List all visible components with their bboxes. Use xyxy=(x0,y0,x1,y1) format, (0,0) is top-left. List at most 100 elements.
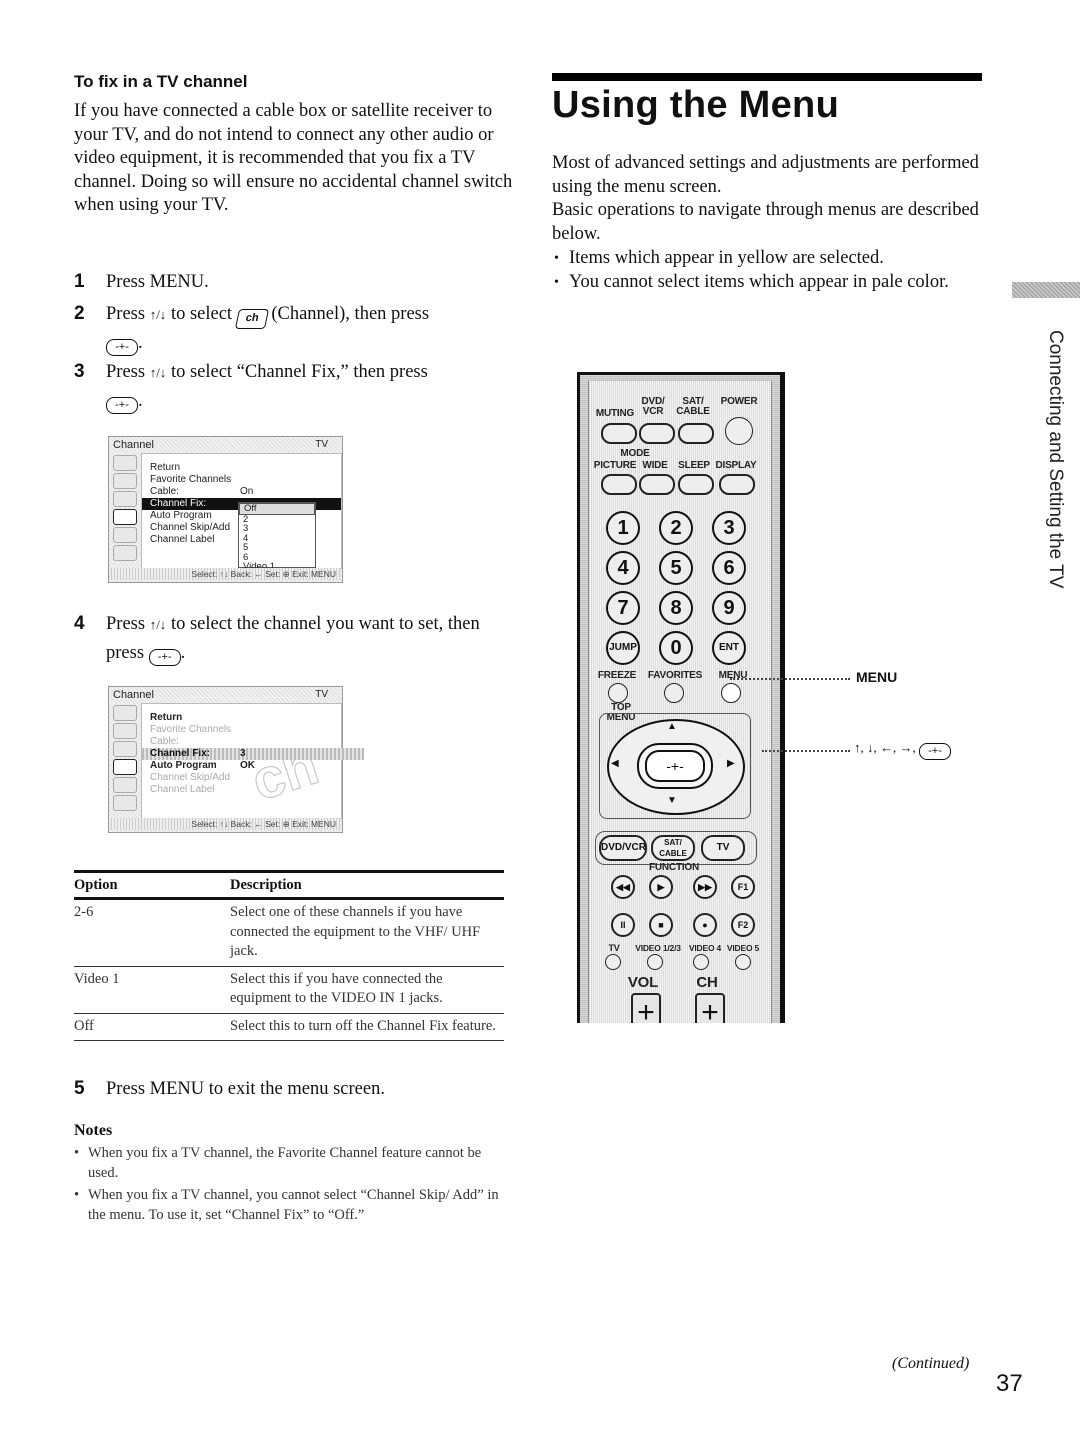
channel-watermark-icon: ch xyxy=(243,732,326,813)
stop-button[interactable]: ■ xyxy=(649,913,673,937)
up-arrow-button[interactable]: ▲ xyxy=(667,721,677,732)
f2-button[interactable]: F2 xyxy=(731,913,755,937)
enter-button-icon: -+- xyxy=(106,339,138,356)
tv-function-button[interactable]: TV xyxy=(701,835,745,861)
number-7-button[interactable]: 7 xyxy=(606,591,640,625)
number-8-button[interactable]: 8 xyxy=(659,591,693,625)
osd-value: 3 xyxy=(240,748,246,759)
tv-input-button[interactable] xyxy=(605,954,621,970)
enter-button-icon: -+- xyxy=(148,649,181,666)
menu-bullets: Items which appear in yellow are selecte… xyxy=(552,247,982,294)
ent-button[interactable]: ENT xyxy=(712,631,746,665)
freeze-label: FREEZE xyxy=(597,670,637,681)
osd-item-disabled: Channel Skip/Add xyxy=(150,772,231,783)
record-button[interactable]: ● xyxy=(693,913,717,937)
osd-option: 4 xyxy=(243,532,249,544)
function-label: FUNCTION xyxy=(648,862,700,873)
osd-title: Channel xyxy=(113,689,154,701)
osd-footer: Select: ↑↓ Back: ← Set: ⊕ Exit: MENU xyxy=(111,818,340,830)
step-text: (Channel), then press xyxy=(271,304,430,324)
sat-cable-mode-button[interactable] xyxy=(678,423,714,444)
description-cell: Select one of these channels if you have… xyxy=(230,898,504,967)
right-arrow-button[interactable]: ▶ xyxy=(727,758,735,769)
number-5-button[interactable]: 5 xyxy=(659,551,693,585)
sat-cable-label: SAT/ CABLE xyxy=(676,396,710,417)
left-arrow-button[interactable]: ◀ xyxy=(611,758,619,769)
video5-button[interactable] xyxy=(735,954,751,970)
dvd-vcr-function-button[interactable]: DVD/VCR xyxy=(599,835,647,861)
muting-button[interactable] xyxy=(601,423,637,444)
notes-list: When you fix a TV channel, the Favorite … xyxy=(74,1144,514,1228)
number-9-button[interactable]: 9 xyxy=(712,591,746,625)
fast-forward-button[interactable]: ▶▶ xyxy=(693,875,717,899)
menu-button[interactable] xyxy=(721,683,741,703)
osd-panel: ch Return Favorite Channels Cable: Chann… xyxy=(141,703,364,819)
osd-item: Return xyxy=(150,462,181,473)
number-6-button[interactable]: 6 xyxy=(712,551,746,585)
osd-item: Auto Program xyxy=(150,510,212,521)
osd-option: 5 xyxy=(243,542,249,553)
video5-label: VIDEO 5 xyxy=(726,943,760,953)
up-down-arrow-icon: ↑/↓ xyxy=(149,365,167,380)
pause-button[interactable]: II xyxy=(611,913,635,937)
volume-up-button[interactable]: + xyxy=(631,993,661,1023)
option-cell: 2-6 xyxy=(74,898,230,967)
power-button[interactable] xyxy=(725,417,753,445)
menu-callout-line xyxy=(730,678,850,680)
remote-control-illustration: MUTING DVD/ VCR SAT/ CABLE POWER MODE PI… xyxy=(577,372,785,1023)
jump-button[interactable]: JUMP xyxy=(606,631,640,665)
description-cell: Select this if you have connected the eq… xyxy=(230,966,504,1014)
sleep-button[interactable] xyxy=(678,474,714,495)
dvd-vcr-mode-button[interactable] xyxy=(639,423,675,444)
osd-item: Channel Skip/Add xyxy=(150,522,231,533)
up-down-arrow-icon: ↑/↓ xyxy=(149,617,167,632)
favorites-label: FAVORITES xyxy=(647,670,703,681)
step-number: 5 xyxy=(74,1078,85,1099)
osd-item-selected: Channel Fix: xyxy=(142,748,364,760)
mode-label: MODE xyxy=(620,448,650,459)
osd-source: TV xyxy=(315,439,328,450)
display-label: DISPLAY xyxy=(715,460,757,471)
number-0-button[interactable]: 0 xyxy=(659,631,693,665)
description-cell: Select this to turn off the Channel Fix … xyxy=(230,1013,504,1041)
step-1: 1 Press MENU. xyxy=(74,268,504,296)
number-4-button[interactable]: 4 xyxy=(606,551,640,585)
osd-footer: Select: ↑↓ Back: ← Set: ⊕ Exit: MENU xyxy=(111,568,340,580)
display-button[interactable] xyxy=(719,474,755,495)
osd-item: Auto Program xyxy=(150,760,217,771)
number-3-button[interactable]: 3 xyxy=(712,511,746,545)
osd-item-disabled: Channel Label xyxy=(150,784,215,795)
parent-menu-icon xyxy=(113,777,137,793)
setup-menu-icon xyxy=(113,795,137,811)
wide-button[interactable] xyxy=(639,474,675,495)
enter-button[interactable]: -+- xyxy=(645,750,705,782)
bullet-item: Items which appear in yellow are selecte… xyxy=(552,247,982,271)
number-2-button[interactable]: 2 xyxy=(659,511,693,545)
osd-icon-column xyxy=(111,703,139,815)
video123-button[interactable] xyxy=(647,954,663,970)
osd-screenshot-channel-fix-set: Channel TV ch Return Favorite Channels C… xyxy=(108,686,364,833)
arrows-callout-label: ↑, ↓, ←, →, -+- xyxy=(854,740,951,760)
freeze-button[interactable] xyxy=(608,683,628,703)
osd-item-disabled: Favorite Channels xyxy=(150,724,232,735)
channel-icon: ch xyxy=(234,309,269,329)
f1-button[interactable]: F1 xyxy=(731,875,755,899)
title-rule xyxy=(552,73,982,81)
play-button[interactable]: ▶ xyxy=(649,875,673,899)
intro-paragraph: Basic operations to navigate through men… xyxy=(552,200,979,244)
rewind-button[interactable]: ◀◀ xyxy=(611,875,635,899)
setup-menu-icon xyxy=(113,545,137,561)
tv-input-label: TV xyxy=(608,943,620,953)
video123-label: VIDEO 1/2/3 xyxy=(635,943,681,953)
picture-menu-icon xyxy=(113,455,137,471)
number-1-button[interactable]: 1 xyxy=(606,511,640,545)
video4-button[interactable] xyxy=(693,954,709,970)
osd-option: 3 xyxy=(243,523,249,534)
osd-title: Channel xyxy=(113,439,154,451)
page-number: 37 xyxy=(996,1370,1023,1397)
sat-cable-function-button[interactable]: SAT/ CABLE xyxy=(651,835,695,861)
down-arrow-button[interactable]: ▼ xyxy=(667,795,677,806)
favorites-button[interactable] xyxy=(664,683,684,703)
channel-up-button[interactable]: + xyxy=(695,993,725,1023)
picture-button[interactable] xyxy=(601,474,637,495)
